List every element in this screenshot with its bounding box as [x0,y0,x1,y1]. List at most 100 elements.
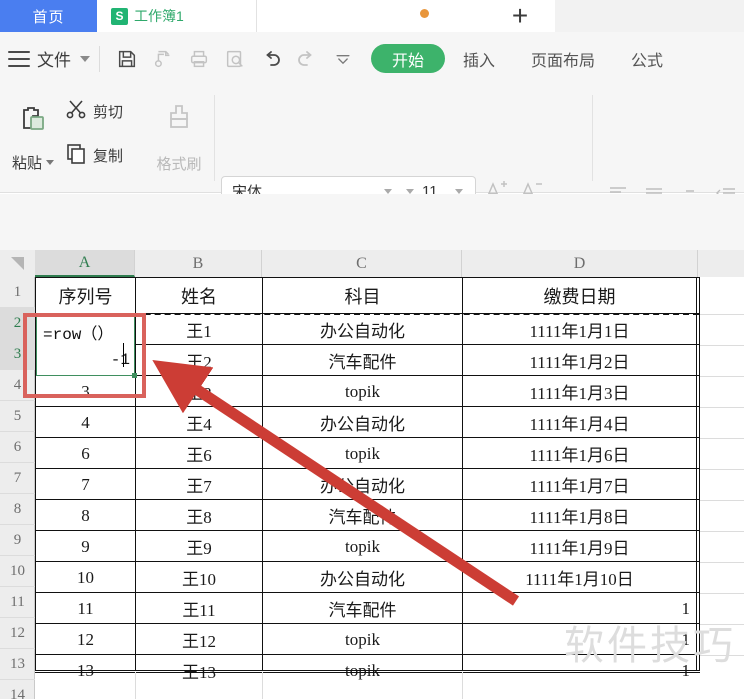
new-tab-button[interactable]: + [485,0,555,32]
row-header-10[interactable]: 10 [0,556,35,587]
save-icon[interactable] [109,42,145,76]
cell-B11[interactable]: 王11 [136,593,262,624]
column-header-c[interactable]: C [262,250,462,277]
menu-hamburger-icon[interactable] [8,50,30,67]
tab-workbook1[interactable]: S 工作簿1 [97,0,257,32]
cell-A7[interactable]: 7 [36,469,135,500]
cell-C3[interactable]: 汽车配件 [263,345,462,376]
tab-home[interactable]: 首页 [0,0,97,32]
cell-D7[interactable]: 1111年1月7日 [463,469,696,500]
cell-B6[interactable]: 王6 [136,438,262,469]
row-header-5[interactable]: 5 [0,401,35,432]
cell-C6[interactable]: topik [263,438,462,469]
cell-editor-a2[interactable]: =row（） -1 [36,314,135,376]
cell-B4[interactable]: 王3 [136,376,262,407]
paste-label: 粘贴 [12,152,54,173]
tab-formulas[interactable]: 公式 [613,44,681,74]
chevron-down-icon[interactable] [80,55,90,62]
row-header-9[interactable]: 9 [0,525,35,556]
cell-C1[interactable]: 科目 [263,278,462,313]
format-painter-icon [162,102,196,147]
row-header-13[interactable]: 13 [0,649,35,680]
cell-A11[interactable]: 11 [36,593,135,624]
cell-B8[interactable]: 王8 [136,500,262,531]
row-header-11[interactable]: 11 [0,587,35,618]
column-header-e[interactable] [698,250,744,277]
ribbon-tabs: 开始 插入 页面布局 公式 [371,44,681,74]
cell-D4[interactable]: 1111年1月3日 [463,376,696,407]
cell-D2[interactable]: 1111年1月1日 [463,314,696,345]
tab-workbook1-label: 工作簿1 [134,8,184,24]
export-icon[interactable] [145,42,181,76]
row-header-8[interactable]: 8 [0,494,35,525]
cell-C2[interactable]: 办公自动化 [263,314,462,345]
cell-A10[interactable]: 10 [36,562,135,593]
copy-button[interactable]: 复制 [62,133,148,177]
undo-icon[interactable] [253,42,289,76]
cell-B7[interactable]: 王7 [136,469,262,500]
cell-D6[interactable]: 1111年1月6日 [463,438,696,469]
cell-C10[interactable]: 办公自动化 [263,562,462,593]
chevron-down-icon[interactable] [406,188,414,194]
cut-button[interactable]: 剪切 [62,89,148,133]
column-header-a[interactable]: A [35,250,135,277]
chevron-down-icon[interactable] [46,160,54,165]
cell-B3[interactable]: 王2 [136,345,262,376]
cell-A6[interactable]: 6 [36,438,135,469]
select-all-corner[interactable] [0,250,35,277]
cell-C8[interactable]: 汽车配件 [263,500,462,531]
cell-B5[interactable]: 王4 [136,407,262,438]
cell-A5[interactable]: 4 [36,407,135,438]
print-icon[interactable] [181,42,217,76]
row-header-6[interactable]: 6 [0,432,35,463]
cell-D8[interactable]: 1111年1月8日 [463,500,696,531]
chevron-down-icon[interactable] [455,188,463,194]
cell-C4[interactable]: topik [263,376,462,407]
chevron-down-icon[interactable] [384,188,392,194]
tab-insert[interactable]: 插入 [445,44,513,74]
row-header-1[interactable]: 1 [0,277,35,308]
tab-page-layout[interactable]: 页面布局 [513,44,613,74]
row-header-label: 9 [13,531,22,548]
customize-dropdown-icon[interactable] [325,42,361,76]
row-header-14[interactable]: 14 [0,680,35,699]
cell-C5[interactable]: 办公自动化 [263,407,462,438]
window-tab-strip: 首页 S 工作簿1 + [0,0,744,32]
column-header-b[interactable]: B [135,250,262,277]
cell-C11[interactable]: 汽车配件 [263,593,462,624]
cell-A9[interactable]: 9 [36,531,135,562]
cell-A8[interactable]: 8 [36,500,135,531]
redo-icon[interactable] [289,42,325,76]
print-preview-icon[interactable] [217,42,253,76]
row-header-4[interactable]: 4 [0,370,35,401]
fill-handle[interactable] [132,373,137,378]
cell-B2[interactable]: 王1 [136,314,262,345]
tab-start[interactable]: 开始 [371,44,446,73]
format-painter-button[interactable]: 格式刷 [148,89,210,187]
cell-D9[interactable]: 1111年1月9日 [463,531,696,562]
file-menu-label[interactable]: 文件 [37,46,71,71]
paste-button[interactable]: 粘贴 [4,89,62,187]
cell-C7[interactable]: 办公自动化 [263,469,462,500]
cell-D10[interactable]: 1111年1月10日 [463,562,696,593]
cell-C12[interactable]: topik [263,624,462,655]
cell-B9[interactable]: 王9 [136,531,262,562]
cell-B12[interactable]: 王12 [136,624,262,655]
cell-D1[interactable]: 缴费日期 [463,278,696,313]
cell-A1[interactable]: 序列号 [36,278,135,313]
row-header-column: 1 2 3 4 5 6 7 8 9 10 11 12 13 14 [0,277,35,699]
row-header-12[interactable]: 12 [0,618,35,649]
row-header-7[interactable]: 7 [0,463,35,494]
cell-B1[interactable]: 姓名 [136,278,262,313]
cell-A12[interactable]: 12 [36,624,135,655]
row-header-label: 13 [10,655,25,672]
row-header-2[interactable]: 2 [0,308,35,339]
cell-A4[interactable]: 3 [36,376,135,407]
cell-D3[interactable]: 1111年1月2日 [463,345,696,376]
cell-C9[interactable]: topik [263,531,462,562]
cell-B10[interactable]: 王10 [136,562,262,593]
column-header-d[interactable]: D [462,250,698,277]
row-header-3[interactable]: 3 [0,339,35,370]
cell-D5[interactable]: 1111年1月4日 [463,407,696,438]
table-border-top [35,277,700,278]
